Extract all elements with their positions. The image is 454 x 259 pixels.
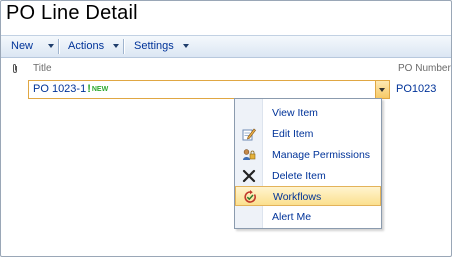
menu-item-label: Workflows (273, 191, 322, 203)
list-toolbar: New Actions Settings (1, 35, 451, 58)
permissions-icon (242, 148, 256, 162)
row-title-text: PO 1023-1 (33, 83, 87, 95)
menu-item-workflows[interactable]: Workflows (235, 186, 381, 206)
edit-icon (242, 127, 256, 141)
page-title: PO Line Detail (6, 2, 138, 24)
delete-icon (242, 169, 256, 183)
new-exclaim-icon: ! (87, 83, 91, 95)
menu-item-label: Alert Me (272, 211, 312, 223)
menu-item-manage-permissions[interactable]: Manage Permissions (236, 145, 380, 165)
menu-item-label: Edit Item (272, 128, 314, 140)
menu-item-edit-item[interactable]: Edit Item (236, 124, 380, 144)
item-context-menu: View Item Edit Item Manage Permissions D… (234, 98, 382, 229)
actions-menu-button[interactable]: Actions (68, 36, 120, 57)
settings-menu-label: Settings (134, 40, 174, 52)
chevron-down-icon (182, 44, 189, 49)
menu-item-label: Delete Item (272, 170, 326, 182)
toolbar-separator (58, 39, 60, 54)
actions-menu-label: Actions (68, 40, 105, 52)
new-menu-button[interactable]: New (11, 36, 55, 57)
column-po-number[interactable]: PO Number (398, 63, 451, 74)
chevron-down-icon (379, 88, 385, 92)
chevron-down-icon (48, 44, 55, 49)
workflow-icon (243, 190, 257, 204)
column-header-row: Title PO Number (1, 60, 451, 78)
item-menu-dropdown-button[interactable] (375, 81, 389, 98)
new-menu-label: New (11, 40, 34, 52)
po-number-link[interactable]: PO1023 (396, 83, 436, 95)
menu-item-delete-item[interactable]: Delete Item (236, 166, 380, 186)
row-title-link[interactable]: PO 1023-1!NEW (33, 83, 108, 95)
chevron-down-icon (113, 44, 120, 49)
toolbar-separator (123, 39, 125, 54)
new-badge: NEW (91, 86, 109, 93)
menu-item-label: Manage Permissions (272, 149, 371, 161)
menu-item-view-item[interactable]: View Item (236, 103, 380, 123)
menu-item-label: View Item (272, 107, 318, 119)
attachment-icon[interactable] (11, 63, 19, 77)
column-title[interactable]: Title (33, 63, 52, 74)
settings-menu-button[interactable]: Settings (134, 36, 189, 57)
menu-item-alert-me[interactable]: Alert Me (236, 207, 380, 227)
table-row[interactable]: PO 1023-1!NEW (28, 80, 390, 99)
